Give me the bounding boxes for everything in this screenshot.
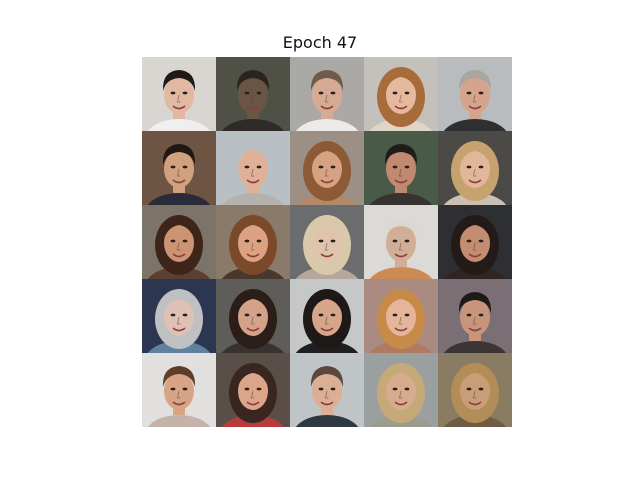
- face-thumbnail: [290, 353, 364, 427]
- face-image: [438, 57, 512, 131]
- face-image: [142, 131, 216, 205]
- face-thumbnail: [142, 353, 216, 427]
- face-thumbnail: [364, 131, 438, 205]
- face-thumbnail: [142, 57, 216, 131]
- face-image: [216, 353, 290, 427]
- face-thumbnail: [438, 57, 512, 131]
- face-image: [364, 353, 438, 427]
- face-thumbnail: [290, 57, 364, 131]
- face-thumbnail: [438, 353, 512, 427]
- figure-title: Epoch 47: [282, 33, 358, 52]
- face-image: [364, 57, 438, 131]
- face-thumbnail: [364, 353, 438, 427]
- face-thumbnail: [364, 205, 438, 279]
- face-thumbnail: [290, 205, 364, 279]
- face-thumbnail: [364, 279, 438, 353]
- face-thumbnail: [290, 131, 364, 205]
- face-image: [290, 57, 364, 131]
- face-image: [364, 205, 438, 279]
- face-image: [216, 131, 290, 205]
- face-thumbnail: [142, 131, 216, 205]
- face-image: [290, 205, 364, 279]
- face-thumbnail: [290, 279, 364, 353]
- face-thumbnail: [438, 279, 512, 353]
- face-image: [290, 353, 364, 427]
- face-image: [364, 279, 438, 353]
- face-image: [290, 279, 364, 353]
- face-thumbnail: [216, 279, 290, 353]
- face-thumbnail: [364, 57, 438, 131]
- face-thumbnail: [216, 57, 290, 131]
- face-thumbnail: [216, 205, 290, 279]
- face-image: [142, 57, 216, 131]
- image-grid: [142, 57, 513, 428]
- face-image: [438, 131, 512, 205]
- face-thumbnail: [216, 353, 290, 427]
- face-thumbnail: [438, 205, 512, 279]
- face-image: [438, 279, 512, 353]
- face-image: [142, 279, 216, 353]
- face-image: [364, 131, 438, 205]
- face-thumbnail: [438, 131, 512, 205]
- face-image: [142, 205, 216, 279]
- face-thumbnail: [142, 205, 216, 279]
- face-image: [216, 57, 290, 131]
- face-image: [142, 353, 216, 427]
- face-image: [290, 131, 364, 205]
- face-thumbnail: [142, 279, 216, 353]
- face-image: [216, 205, 290, 279]
- face-image: [438, 353, 512, 427]
- face-image: [438, 205, 512, 279]
- face-thumbnail: [216, 131, 290, 205]
- face-image: [216, 279, 290, 353]
- figure: Epoch 47: [0, 0, 640, 480]
